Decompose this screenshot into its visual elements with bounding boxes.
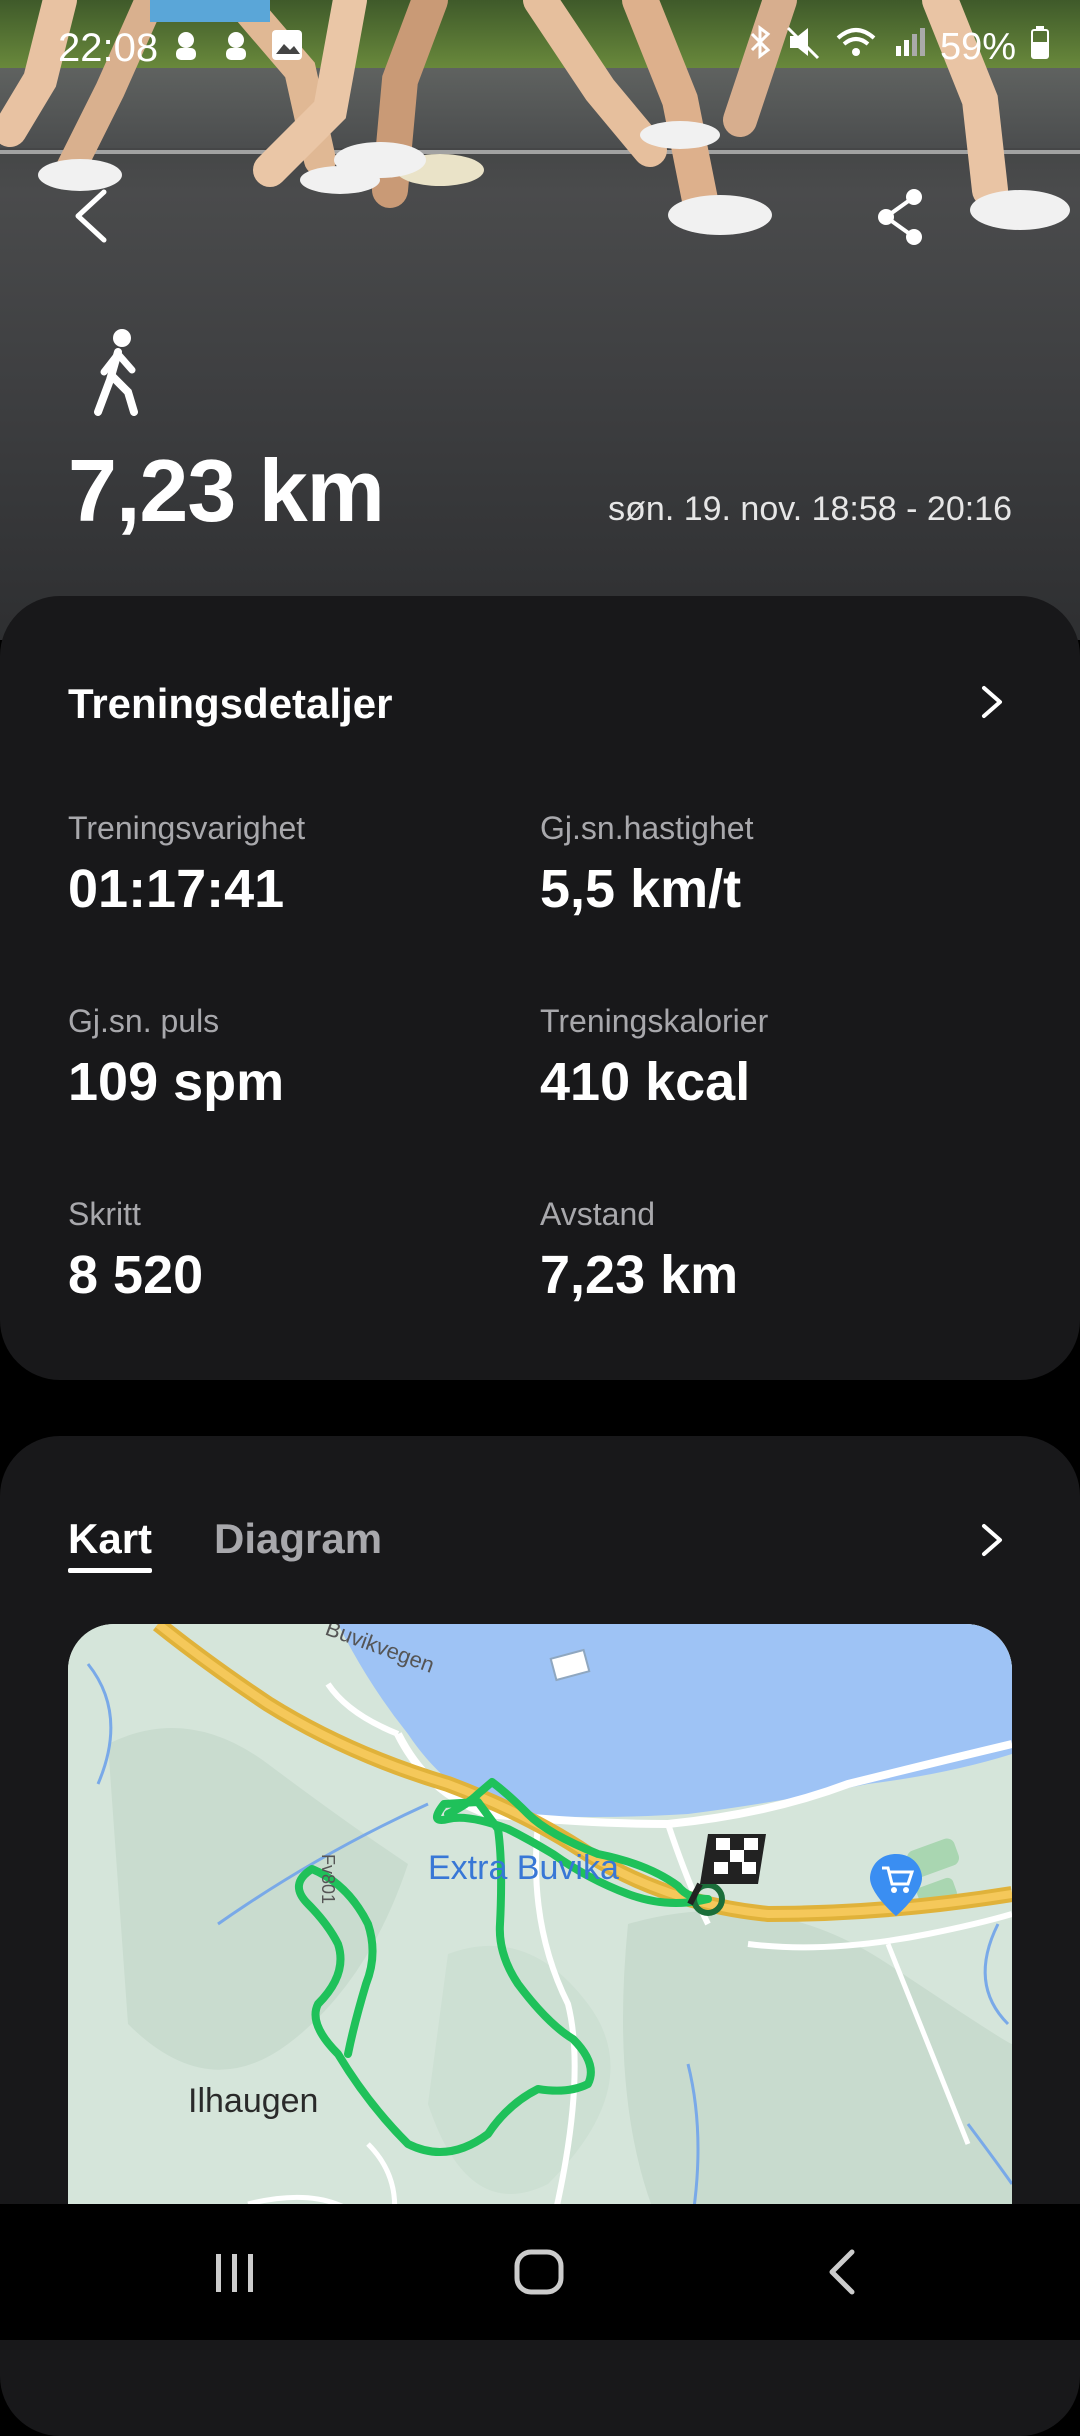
tab-diagram[interactable]: Diagram — [214, 1515, 382, 1563]
mute-icon — [786, 24, 820, 70]
map-label-route-code: Fv801 — [318, 1854, 338, 1905]
share-icon — [878, 189, 922, 245]
battery-percent: 59% — [939, 25, 1016, 68]
stat-value-distance: 7,23 km — [540, 1245, 739, 1305]
details-open-button[interactable] — [976, 680, 1006, 724]
stat-label-distance: Avstand — [540, 1196, 656, 1232]
tab-map[interactable]: Kart — [68, 1515, 152, 1563]
workout-date-range: søn. 19. nov. 18:58 - 20:16 — [608, 490, 1012, 528]
workout-details-title: Treningsdetaljer — [68, 680, 393, 727]
recent-apps-button[interactable] — [200, 2242, 270, 2307]
wifi-icon — [834, 24, 878, 70]
notification-icon — [220, 28, 252, 69]
stat-value-calories: 410 kcal — [540, 1052, 751, 1112]
chevron-right-icon — [982, 686, 1002, 718]
chevron-right-icon — [982, 1524, 1002, 1556]
stat-label-avg-heart-rate: Gj.sn. puls — [68, 1003, 220, 1039]
chevron-left-icon — [75, 189, 107, 243]
share-button[interactable] — [870, 185, 934, 249]
route-map[interactable]: Buvikvegen Extra Buvika Ilhaugen Fv801 — [68, 1624, 1012, 2244]
chevron-left-icon — [829, 2249, 855, 2295]
walking-person-icon — [88, 326, 152, 416]
home-icon — [514, 2249, 564, 2295]
stat-label-calories: Treningskalorier — [540, 1003, 769, 1039]
system-back-button[interactable] — [810, 2242, 880, 2307]
battery-icon — [1030, 24, 1050, 70]
stat-value-duration: 01:17:41 — [68, 859, 285, 919]
stat-label-steps: Skritt — [68, 1196, 141, 1232]
map-open-button[interactable] — [976, 1518, 1006, 1562]
stat-value-steps: 8 520 — [68, 1245, 204, 1305]
status-bar: 22:08 59% — [0, 0, 1080, 100]
map-label-shop: Extra Buvika — [428, 1849, 619, 1887]
stat-value-avg-heart-rate: 109 spm — [68, 1052, 285, 1112]
home-button[interactable] — [505, 2242, 575, 2307]
notification-icon — [170, 28, 202, 69]
back-button[interactable] — [60, 180, 120, 250]
signal-icon — [892, 24, 926, 70]
system-navigation-bar — [0, 2204, 1080, 2340]
total-distance: 7,23 km — [68, 441, 385, 540]
hero-photo: 22:08 59% 7,23 km søn. 19. nov. 18:58 - … — [0, 0, 1080, 640]
map-label-place: Ilhaugen — [188, 2082, 319, 2120]
stat-label-avg-speed: Gj.sn.hastighet — [540, 810, 754, 846]
stat-value-avg-speed: 5,5 km/t — [540, 859, 742, 919]
active-tab-indicator — [68, 1568, 152, 1573]
stat-label-duration: Treningsvarighet — [68, 810, 306, 846]
gallery-icon — [270, 28, 304, 69]
bluetooth-icon — [748, 24, 772, 70]
status-time: 22:08 — [58, 26, 159, 70]
map-canvas — [68, 1624, 1012, 2244]
recent-apps-icon — [216, 2254, 253, 2292]
